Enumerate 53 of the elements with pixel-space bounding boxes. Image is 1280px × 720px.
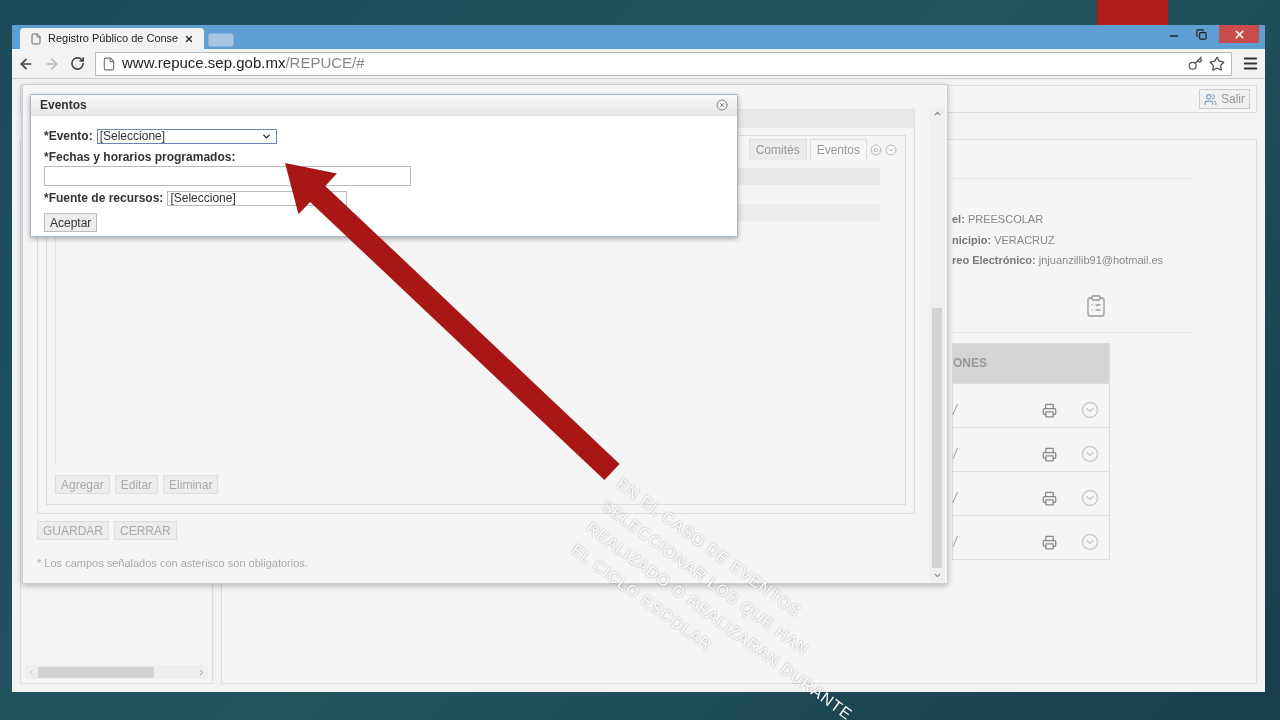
close-icon — [1232, 27, 1246, 41]
printer-icon[interactable] — [1042, 446, 1057, 462]
info-text: nicipio: VERACRUZ — [952, 232, 1056, 248]
info-text: el: PREESCOLAR — [952, 212, 1045, 227]
clipboard-icon[interactable] — [1084, 294, 1108, 318]
printer-icon[interactable] — [1042, 402, 1057, 418]
scroll-right-icon — [197, 667, 206, 677]
list-action-button[interactable]: Editar — [114, 475, 159, 494]
field-label: *Fuente de recursos: — [44, 190, 164, 207]
form-button[interactable]: GUARDAR — [37, 521, 109, 540]
close-tab-icon[interactable] — [184, 33, 195, 44]
field-label: *Evento: — [44, 128, 93, 145]
table-cell-text: / — [953, 532, 957, 552]
reload-icon[interactable] — [70, 56, 85, 71]
address-bar[interactable]: www.repuce.sep.gob.mx/REPUCE/# — [95, 51, 1232, 76]
field-label: *Fechas y horarios programados: — [44, 149, 237, 166]
tab-menu-icon[interactable] — [885, 144, 897, 156]
browser-tab[interactable]: Registro Público de Conse — [20, 28, 205, 49]
list-action-button[interactable]: Eliminar — [163, 475, 219, 494]
tab[interactable]: Eventos — [809, 139, 867, 160]
menu-icon[interactable] — [1242, 55, 1259, 72]
scroll-up-icon — [932, 109, 942, 118]
accent-bar — [1097, 0, 1168, 25]
info-text: reo Electrónico: jnjuanzillib91@hotmail.es — [952, 253, 1165, 268]
input-field[interactable] — [44, 166, 411, 186]
dialog-title: Eventos — [40, 97, 87, 114]
table-cell-text: / — [953, 488, 957, 508]
printer-icon[interactable] — [1042, 490, 1057, 506]
list-action-button[interactable]: Agregar — [55, 475, 110, 494]
accept-button[interactable]: Aceptar — [44, 213, 98, 232]
tab[interactable]: Comités — [748, 139, 807, 160]
close-icon[interactable] — [716, 99, 728, 111]
page-icon — [30, 32, 42, 45]
people-icon — [1204, 92, 1217, 106]
horizontal-scrollbar[interactable] — [25, 665, 208, 679]
url-text: www.repuce.sep.gob.mx/REPUCE/# — [122, 53, 365, 74]
scroll-left-icon — [27, 667, 36, 677]
key-icon[interactable] — [1188, 56, 1203, 71]
new-tab-button[interactable] — [208, 33, 235, 47]
table-cell-text: / — [953, 400, 957, 420]
required-note: * Los campos señalados con asterisco son obligatorios. — [37, 556, 308, 571]
column-header: ONES — [953, 343, 1109, 383]
printer-icon[interactable] — [1042, 534, 1057, 550]
logout-button[interactable]: Salir — [1199, 89, 1250, 109]
form-button[interactable]: CERRAR — [114, 521, 177, 540]
select-field[interactable]: [Seleccione] — [96, 128, 277, 144]
page-icon — [102, 56, 116, 71]
vertical-scrollbar[interactable] — [929, 107, 945, 583]
close-window-button[interactable] — [1219, 25, 1259, 43]
restore-icon[interactable] — [1196, 29, 1207, 40]
table-cell-text: / — [953, 444, 957, 464]
star-icon[interactable] — [1209, 55, 1225, 72]
scroll-down-icon — [932, 571, 942, 580]
